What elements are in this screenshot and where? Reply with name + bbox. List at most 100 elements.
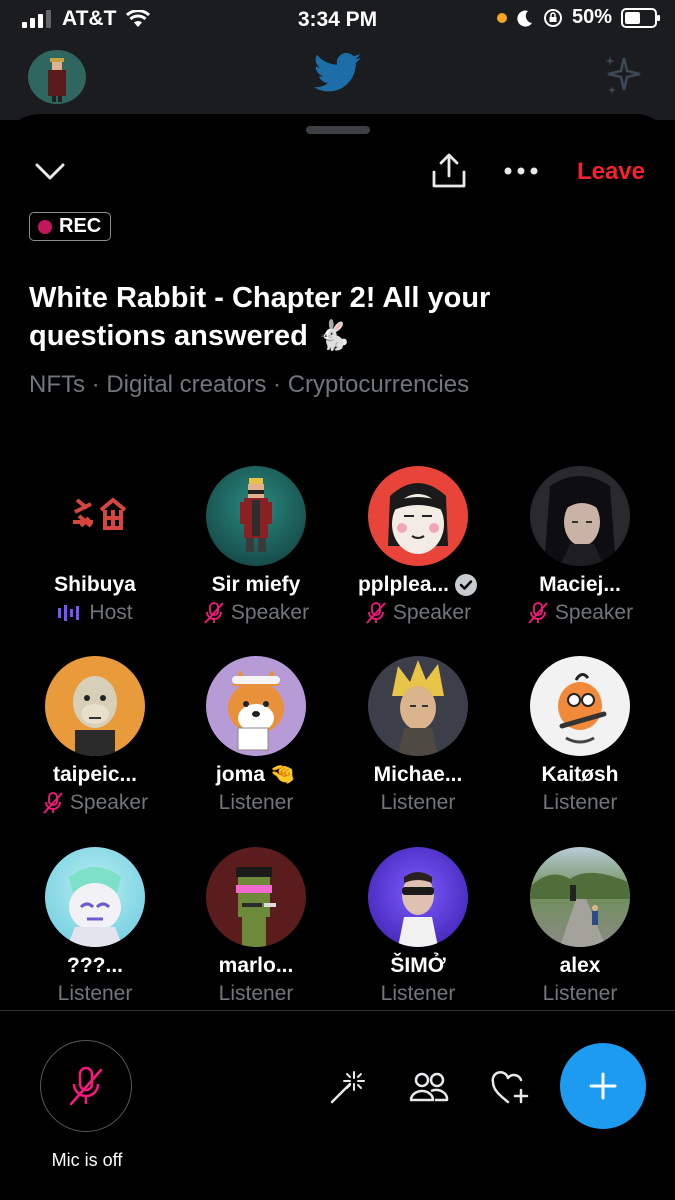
participant-card[interactable]: Kaitøsh Listener: [499, 656, 661, 817]
participant-name: Kaitøsh: [499, 762, 661, 788]
participant-name-text: alex: [559, 954, 601, 977]
participant-card[interactable]: pplplea... Speaker: [337, 466, 499, 627]
participant-name: ŠIMỞ: [337, 953, 499, 979]
participant-card[interactable]: alex Listener: [499, 847, 661, 1008]
mic-off-icon: [69, 1066, 103, 1106]
drawn-face-icon: [388, 483, 448, 554]
anime-girl-icon: [544, 476, 616, 566]
avatar: [530, 656, 630, 756]
participant-name: ???...: [14, 953, 176, 979]
man-sunglasses-icon: [398, 872, 438, 947]
participant-role: Listener: [337, 789, 499, 817]
avatar: [206, 847, 306, 947]
participant-card[interactable]: joma 🤏 Listener: [175, 656, 337, 817]
participant-name-text: pplplea...: [357, 573, 449, 596]
participant-card[interactable]: marlo... Listener: [175, 847, 337, 1008]
battery-icon: [621, 7, 660, 28]
participant-card[interactable]: Sir miefy Speaker: [175, 466, 337, 627]
bottom-divider: [0, 1010, 675, 1011]
avatar: [368, 656, 468, 756]
participant-role: Listener: [14, 980, 176, 1008]
participant-name: alex: [499, 953, 661, 979]
participant-card[interactable]: ŠIMỞ Listener: [337, 847, 499, 1008]
avatar: [45, 847, 145, 947]
participant-role: Listener: [499, 980, 661, 1008]
street-photo-icon: [530, 872, 630, 947]
avatar: [368, 466, 468, 566]
pixel-punk-icon: [236, 867, 276, 947]
ape-icon: [73, 676, 117, 756]
battery-percent: 50%: [571, 6, 612, 28]
participant-role-text: Listener: [542, 791, 618, 814]
shiba-dog-icon: [228, 670, 284, 751]
participant-role: Speaker: [175, 599, 337, 627]
participant-role-text: Speaker: [554, 601, 634, 624]
participant-role-text: Listener: [218, 791, 294, 814]
status-right: 50%: [496, 6, 661, 29]
avatar: [530, 847, 630, 947]
twitter-bird-icon: [314, 53, 362, 92]
mic-muted-icon: [528, 602, 548, 624]
participant-role: Host: [14, 599, 176, 627]
rec-label: REC: [59, 215, 102, 237]
participant-name-text: Maciej...: [539, 573, 621, 596]
avatar: [206, 656, 306, 756]
participant-name: joma 🤏: [175, 762, 337, 788]
participant-role-text: Listener: [218, 982, 294, 1005]
orange-dot-icon: [496, 12, 507, 23]
profile-avatar[interactable]: [28, 50, 86, 104]
leave-button[interactable]: Leave: [577, 158, 645, 186]
participant-name: Shibuya: [14, 572, 176, 598]
participant-name: marlo...: [175, 953, 337, 979]
space-title: White Rabbit - Chapter 2! All your quest…: [29, 282, 491, 352]
participant-name-text: Michae...: [373, 763, 463, 786]
participant-name-text: Shibuya: [54, 573, 136, 596]
avatar: [206, 466, 306, 566]
sparkle-icon[interactable]: [602, 54, 646, 96]
cat-character-icon: [67, 867, 123, 947]
participant-name-text: taipeic...: [52, 763, 138, 786]
more-options-icon[interactable]: [503, 166, 539, 176]
space-topics: NFTs · Digital creators · Cryptocurrenci…: [29, 371, 470, 398]
mic-muted-icon: [366, 602, 386, 624]
plus-icon: [589, 1072, 617, 1100]
people-icon[interactable]: [409, 1070, 449, 1104]
cartoon-bird-icon: [558, 673, 607, 744]
mic-muted-icon: [204, 602, 224, 624]
pinching-hand-emoji: 🤏: [269, 763, 297, 786]
participant-card[interactable]: Michae... Listener: [337, 656, 499, 817]
participant-role-text: Speaker: [392, 601, 472, 624]
avatar: [530, 466, 630, 566]
verified-badge-icon: [455, 574, 477, 596]
mic-toggle-button[interactable]: [40, 1040, 132, 1132]
pixel-character-icon: [48, 58, 66, 102]
participant-name: Sir miefy: [175, 572, 337, 598]
sheet-grabber[interactable]: [306, 126, 370, 134]
status-bar: AT&T 3:34 PM 50%: [0, 0, 675, 40]
participant-card[interactable]: taipeic... Speaker: [14, 656, 176, 817]
participant-card[interactable]: Maciej... Speaker: [499, 466, 661, 627]
recording-dot-icon: [38, 219, 52, 234]
participant-card[interactable]: Shibuya Host: [14, 466, 176, 627]
participant-name: taipeic...: [14, 762, 176, 788]
participant-name-text: joma: [215, 763, 265, 786]
heart-plus-icon[interactable]: [490, 1070, 530, 1106]
moon-icon: [517, 10, 532, 27]
participant-name-text: marlo...: [218, 954, 294, 977]
participant-name-text: ???...: [67, 954, 123, 977]
compose-button[interactable]: [560, 1043, 646, 1129]
participant-role: Speaker: [499, 599, 661, 627]
participant-role-text: Host: [89, 601, 133, 624]
magic-wand-icon[interactable]: [328, 1068, 366, 1106]
participant-role-text: Speaker: [69, 791, 149, 814]
rec-badge: REC: [29, 212, 112, 241]
participant-role-text: Listener: [542, 982, 618, 1005]
participant-card[interactable]: ???... Listener: [14, 847, 176, 1008]
share-icon[interactable]: [430, 152, 468, 190]
avatar: [368, 847, 468, 947]
shibuya-logo-icon: [73, 497, 127, 530]
chevron-down-icon[interactable]: [34, 162, 66, 182]
pixel-character-icon: [240, 478, 272, 552]
participant-name: Maciej...: [499, 572, 661, 598]
host-soundwave-icon: [58, 605, 80, 621]
